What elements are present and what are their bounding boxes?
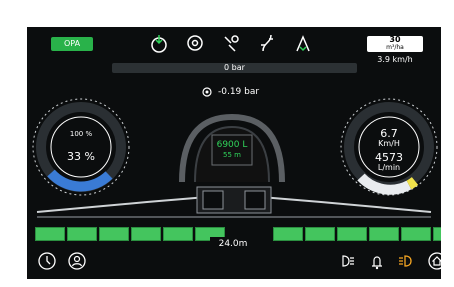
boom-section[interactable] <box>35 227 65 241</box>
line-pressure-value: -0.19 bar <box>218 87 260 97</box>
sprayer-boom-graphic <box>36 186 432 218</box>
opa-indicator[interactable]: OPA <box>51 37 93 51</box>
headlight-icon[interactable] <box>337 251 357 271</box>
rate-setpoint-value: 30 <box>389 35 401 44</box>
tank-volume-value: 6900 L <box>216 140 248 150</box>
bottom-left-icons <box>37 251 87 271</box>
pump-icon[interactable] <box>183 31 207 55</box>
boom-width-label: 24.0m <box>210 237 256 251</box>
fill-icon[interactable] <box>147 31 171 55</box>
operator-icon[interactable] <box>67 251 87 271</box>
pressure-gear-icon <box>202 87 212 97</box>
tank-subtext: 55 m <box>223 151 241 159</box>
work-light-icon[interactable] <box>397 251 417 271</box>
boom-section[interactable] <box>305 227 335 241</box>
settings-dial-icon[interactable] <box>37 251 57 271</box>
display-screen: OPA 0 bar 30 m³/ha 3.9 km/h 100 % 33 % -… <box>27 27 441 279</box>
current-speed-readout: 3.9 km/h <box>377 55 413 64</box>
boom-section[interactable] <box>99 227 129 241</box>
rate-setpoint-box[interactable]: 30 m³/ha <box>367 36 423 52</box>
line-pressure-row: -0.19 bar <box>201 86 259 98</box>
boom-fold-icon[interactable] <box>291 31 315 55</box>
home-icon[interactable] <box>427 251 441 271</box>
section-control-icon[interactable] <box>255 31 279 55</box>
tank-level-max-label: 100 % <box>69 130 93 138</box>
tank-level-value: 33 % <box>67 150 95 163</box>
boom-pressure-bar: 0 bar <box>112 63 357 73</box>
spray-nozzle-icon[interactable] <box>219 31 243 55</box>
boom-section[interactable] <box>163 227 193 241</box>
boom-section[interactable] <box>337 227 367 241</box>
boom-section[interactable] <box>67 227 97 241</box>
top-icon-row <box>147 31 315 55</box>
boom-section[interactable] <box>273 227 303 241</box>
boom-section[interactable] <box>433 227 441 241</box>
bell-icon[interactable] <box>367 251 387 271</box>
boom-section[interactable] <box>369 227 399 241</box>
rate-setpoint-unit: m³/ha <box>386 44 404 51</box>
bottom-right-icons <box>337 251 441 271</box>
speed-unit: Km/H <box>378 139 400 148</box>
boom-section[interactable] <box>131 227 161 241</box>
boom-section[interactable] <box>401 227 431 241</box>
